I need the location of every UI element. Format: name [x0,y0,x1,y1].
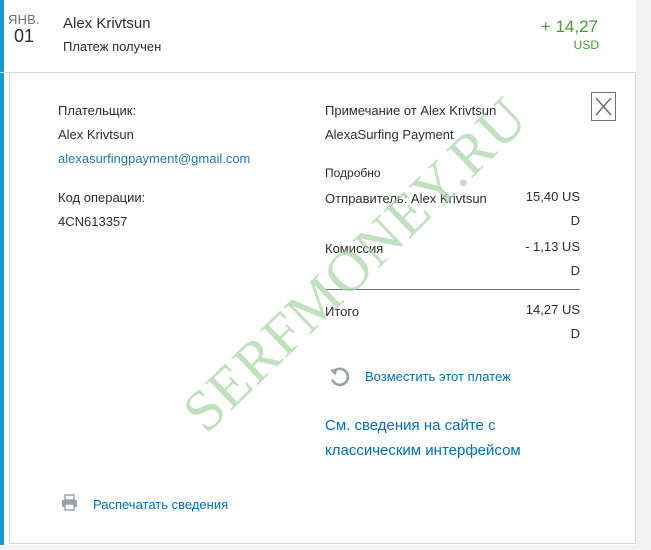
transaction-amount: + 14,27 [540,17,598,36]
details-label: Подробно [325,166,381,180]
refund-link[interactable]: Возместить этот платеж [365,369,511,384]
transaction-currency: USD [573,38,599,52]
total-label: Итого [325,304,360,319]
note-text: AlexaSurfing Payment [325,127,454,142]
sender-amount: 15,40 USD [525,189,580,228]
payer-name: Alex Krivtsun [58,127,134,142]
fee-label: Комиссия [325,241,384,256]
payer-email-link[interactable]: alexasurfingpayment@gmail.com [58,151,250,166]
classic-site-link-line2[interactable]: классическим интерфейсом [325,442,521,459]
selected-accent-bar [0,0,4,545]
date-month: ЯНВ. [8,12,40,27]
classic-site-link-line1[interactable]: См. сведения на сайте с [325,417,496,434]
payer-label: Плательщик: [58,103,137,118]
operation-code-label: Код операции: [58,190,146,205]
sender-label: Отправитель: Alex Krivtsun [325,191,487,206]
close-icon [595,97,612,116]
note-label: Примечание от Alex Krivtsun [325,103,497,118]
transaction-status: Платеж получен [63,39,162,54]
transaction-card: ЯНВ. 01 Alex Krivtsun Платеж получен + 1… [0,0,636,545]
refund-icon[interactable] [328,365,352,389]
printer-icon[interactable] [61,494,78,511]
fee-amount: - 1,13 USD [525,239,580,278]
counterparty-name[interactable]: Alex Krivtsun [63,15,151,32]
total-amount: 14,27 USD [525,302,580,341]
print-details-link[interactable]: Распечатать сведения [93,497,228,512]
operation-code: 4CN613357 [58,214,128,229]
date-day: 01 [14,26,35,46]
close-button[interactable] [591,92,616,121]
totals-divider [325,289,580,290]
